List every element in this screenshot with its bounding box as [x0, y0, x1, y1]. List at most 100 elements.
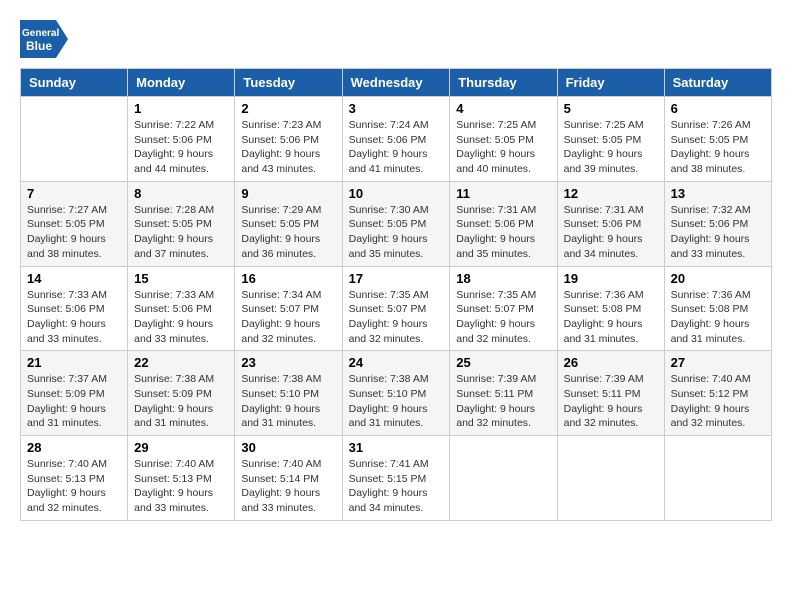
- col-header-monday: Monday: [128, 69, 235, 97]
- day-info: Sunrise: 7:40 AM Sunset: 5:14 PM Dayligh…: [241, 457, 335, 516]
- day-info: Sunrise: 7:31 AM Sunset: 5:06 PM Dayligh…: [456, 203, 550, 262]
- day-info: Sunrise: 7:31 AM Sunset: 5:06 PM Dayligh…: [564, 203, 658, 262]
- day-info: Sunrise: 7:22 AM Sunset: 5:06 PM Dayligh…: [134, 118, 228, 177]
- day-info: Sunrise: 7:34 AM Sunset: 5:07 PM Dayligh…: [241, 288, 335, 347]
- calendar-cell: 29Sunrise: 7:40 AM Sunset: 5:13 PM Dayli…: [128, 436, 235, 521]
- calendar-cell: 25 Sunrise: 7:39 AM Sunset: 5:11 PM Dayli…: [450, 351, 557, 436]
- day-number: 13: [671, 186, 765, 201]
- day-number: 17: [349, 271, 444, 286]
- day-info: Sunrise: 7:38 AM Sunset: 5:10 PM Dayligh…: [349, 372, 444, 431]
- day-number: 6: [671, 101, 765, 116]
- day-info: Sunrise: 7:37 AM Sunset: 5:09 PM Dayligh…: [27, 372, 121, 431]
- calendar-cell: [557, 436, 664, 521]
- calendar-cell: 18 Sunrise: 7:35 AM Sunset: 5:07 PM Dayli…: [450, 266, 557, 351]
- day-number: 14: [27, 271, 121, 286]
- calendar-cell: [21, 97, 128, 182]
- svg-text:Blue: Blue: [26, 39, 52, 53]
- svg-text:General: General: [22, 28, 59, 39]
- day-info: Sunrise: 7:26 AM Sunset: 5:05 PM Dayligh…: [671, 118, 765, 177]
- day-number: 18: [456, 271, 550, 286]
- day-info: Sunrise: 7:32 AM Sunset: 5:06 PM Dayligh…: [671, 203, 765, 262]
- calendar-cell: 2 Sunrise: 7:23 AM Sunset: 5:06 PM Daylig…: [235, 97, 342, 182]
- calendar-cell: 1 Sunrise: 7:22 AM Sunset: 5:06 PM Daylig…: [128, 97, 235, 182]
- day-info: Sunrise: 7:24 AM Sunset: 5:06 PM Dayligh…: [349, 118, 444, 177]
- calendar-cell: 31Sunrise: 7:41 AM Sunset: 5:15 PM Dayli…: [342, 436, 450, 521]
- day-number: 5: [564, 101, 658, 116]
- day-number: 7: [27, 186, 121, 201]
- calendar-cell: 27Sunrise: 7:40 AM Sunset: 5:12 PM Dayli…: [664, 351, 771, 436]
- day-number: 12: [564, 186, 658, 201]
- calendar-cell: [664, 436, 771, 521]
- day-info: Sunrise: 7:29 AM Sunset: 5:05 PM Dayligh…: [241, 203, 335, 262]
- calendar-cell: 24 Sunrise: 7:38 AM Sunset: 5:10 PM Dayli…: [342, 351, 450, 436]
- day-number: 16: [241, 271, 335, 286]
- day-info: Sunrise: 7:25 AM Sunset: 5:05 PM Dayligh…: [456, 118, 550, 177]
- day-number: 25: [456, 355, 550, 370]
- calendar-week-3: 14 Sunrise: 7:33 AM Sunset: 5:06 PM Dayli…: [21, 266, 772, 351]
- col-header-friday: Friday: [557, 69, 664, 97]
- day-number: 20: [671, 271, 765, 286]
- day-number: 3: [349, 101, 444, 116]
- day-info: Sunrise: 7:23 AM Sunset: 5:06 PM Dayligh…: [241, 118, 335, 177]
- day-number: 26: [564, 355, 658, 370]
- col-header-wednesday: Wednesday: [342, 69, 450, 97]
- col-header-thursday: Thursday: [450, 69, 557, 97]
- calendar-cell: 10 Sunrise: 7:30 AM Sunset: 5:05 PM Dayli…: [342, 181, 450, 266]
- day-number: 21: [27, 355, 121, 370]
- calendar-cell: 6 Sunrise: 7:26 AM Sunset: 5:05 PM Daylig…: [664, 97, 771, 182]
- calendar-cell: 13 Sunrise: 7:32 AM Sunset: 5:06 PM Dayli…: [664, 181, 771, 266]
- day-number: 28: [27, 440, 121, 455]
- day-info: Sunrise: 7:38 AM Sunset: 5:09 PM Dayligh…: [134, 372, 228, 431]
- calendar-cell: 19Sunrise: 7:36 AM Sunset: 5:08 PM Dayli…: [557, 266, 664, 351]
- col-header-tuesday: Tuesday: [235, 69, 342, 97]
- day-number: 31: [349, 440, 444, 455]
- day-number: 24: [349, 355, 444, 370]
- calendar-cell: 23 Sunrise: 7:38 AM Sunset: 5:10 PM Dayli…: [235, 351, 342, 436]
- day-number: 11: [456, 186, 550, 201]
- calendar-cell: 4 Sunrise: 7:25 AM Sunset: 5:05 PM Daylig…: [450, 97, 557, 182]
- day-info: Sunrise: 7:33 AM Sunset: 5:06 PM Dayligh…: [27, 288, 121, 347]
- day-number: 1: [134, 101, 228, 116]
- day-number: 8: [134, 186, 228, 201]
- day-info: Sunrise: 7:39 AM Sunset: 5:11 PM Dayligh…: [564, 372, 658, 431]
- day-number: 27: [671, 355, 765, 370]
- calendar-cell: 22 Sunrise: 7:38 AM Sunset: 5:09 PM Dayli…: [128, 351, 235, 436]
- calendar-cell: 16 Sunrise: 7:34 AM Sunset: 5:07 PM Dayli…: [235, 266, 342, 351]
- logo: GeneralBlue: [20, 20, 68, 58]
- calendar-table: SundayMondayTuesdayWednesdayThursdayFrid…: [20, 68, 772, 521]
- calendar-cell: 12 Sunrise: 7:31 AM Sunset: 5:06 PM Dayli…: [557, 181, 664, 266]
- day-number: 30: [241, 440, 335, 455]
- day-info: Sunrise: 7:25 AM Sunset: 5:05 PM Dayligh…: [564, 118, 658, 177]
- day-number: 23: [241, 355, 335, 370]
- col-header-saturday: Saturday: [664, 69, 771, 97]
- day-info: Sunrise: 7:35 AM Sunset: 5:07 PM Dayligh…: [456, 288, 550, 347]
- day-number: 2: [241, 101, 335, 116]
- day-info: Sunrise: 7:30 AM Sunset: 5:05 PM Dayligh…: [349, 203, 444, 262]
- calendar-cell: 20 Sunrise: 7:36 AM Sunset: 5:08 PM Dayli…: [664, 266, 771, 351]
- day-number: 10: [349, 186, 444, 201]
- logo-icon: GeneralBlue: [20, 20, 68, 58]
- day-number: 29: [134, 440, 228, 455]
- calendar-week-5: 28 Sunrise: 7:40 AM Sunset: 5:13 PM Dayli…: [21, 436, 772, 521]
- header: GeneralBlue: [20, 20, 772, 58]
- day-number: 19: [564, 271, 658, 286]
- day-number: 15: [134, 271, 228, 286]
- day-info: Sunrise: 7:27 AM Sunset: 5:05 PM Dayligh…: [27, 203, 121, 262]
- day-info: Sunrise: 7:38 AM Sunset: 5:10 PM Dayligh…: [241, 372, 335, 431]
- calendar-cell: 3 Sunrise: 7:24 AM Sunset: 5:06 PM Daylig…: [342, 97, 450, 182]
- calendar-week-2: 7 Sunrise: 7:27 AM Sunset: 5:05 PM Daylig…: [21, 181, 772, 266]
- day-info: Sunrise: 7:35 AM Sunset: 5:07 PM Dayligh…: [349, 288, 444, 347]
- calendar-cell: 9Sunrise: 7:29 AM Sunset: 5:05 PM Daylig…: [235, 181, 342, 266]
- day-info: Sunrise: 7:40 AM Sunset: 5:13 PM Dayligh…: [27, 457, 121, 516]
- day-info: Sunrise: 7:39 AM Sunset: 5:11 PM Dayligh…: [456, 372, 550, 431]
- calendar-header-row: SundayMondayTuesdayWednesdayThursdayFrid…: [21, 69, 772, 97]
- calendar-cell: 15 Sunrise: 7:33 AM Sunset: 5:06 PM Dayli…: [128, 266, 235, 351]
- calendar-cell: 14 Sunrise: 7:33 AM Sunset: 5:06 PM Dayli…: [21, 266, 128, 351]
- day-info: Sunrise: 7:36 AM Sunset: 5:08 PM Dayligh…: [671, 288, 765, 347]
- day-info: Sunrise: 7:33 AM Sunset: 5:06 PM Dayligh…: [134, 288, 228, 347]
- calendar-cell: 30 Sunrise: 7:40 AM Sunset: 5:14 PM Dayli…: [235, 436, 342, 521]
- calendar-cell: 26 Sunrise: 7:39 AM Sunset: 5:11 PM Dayli…: [557, 351, 664, 436]
- day-number: 4: [456, 101, 550, 116]
- calendar-cell: 17 Sunrise: 7:35 AM Sunset: 5:07 PM Dayli…: [342, 266, 450, 351]
- day-number: 22: [134, 355, 228, 370]
